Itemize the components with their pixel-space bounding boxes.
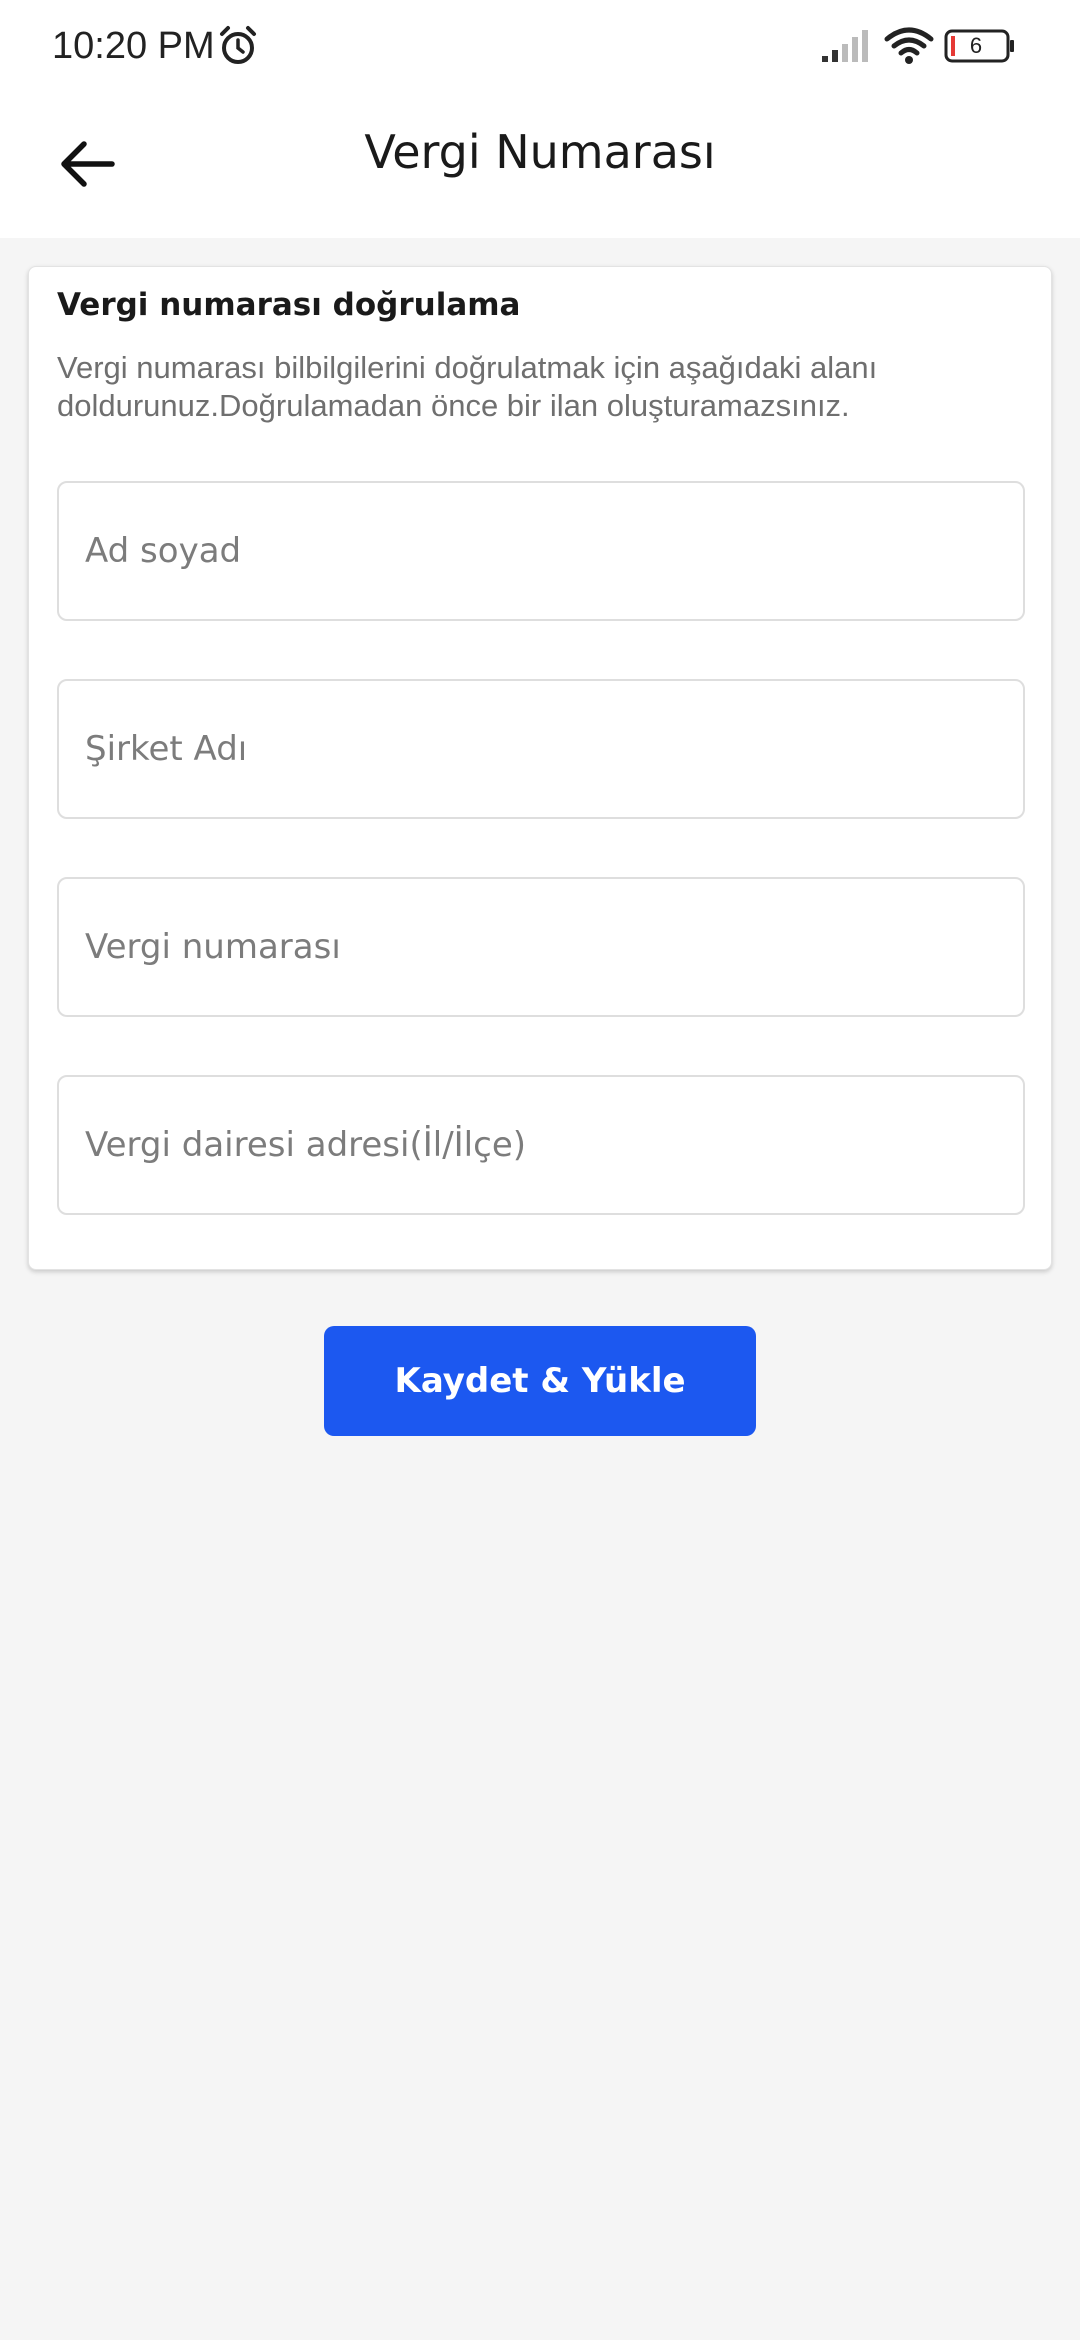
card-title: Vergi numarası doğrulama	[57, 287, 521, 323]
tax-office-address-input[interactable]	[59, 1077, 1023, 1213]
company-name-input[interactable]	[59, 681, 1023, 817]
card-description: Vergi numarası bilbilgilerini doğrulatma…	[57, 350, 878, 423]
status-bar: 10:20 PM 6	[0, 0, 1080, 92]
app-bar: Vergi Numarası	[0, 92, 1080, 238]
wifi-icon	[884, 27, 934, 64]
alarm-icon	[220, 26, 256, 64]
tax-office-address-field[interactable]	[57, 1075, 1025, 1215]
company-name-field[interactable]	[57, 679, 1025, 819]
signal-icon	[822, 30, 868, 62]
tax-number-field[interactable]	[57, 877, 1025, 1017]
page-title: Vergi Numarası	[364, 125, 716, 179]
verification-card: Vergi numarası doğrulama Vergi numarası …	[28, 266, 1052, 1270]
status-time: 10:20 PM	[52, 25, 215, 67]
battery-level: 6	[969, 33, 983, 58]
tax-number-input[interactable]	[59, 879, 1023, 1015]
save-upload-button[interactable]: Kaydet & Yükle	[324, 1326, 756, 1436]
full-name-input[interactable]	[59, 483, 1023, 619]
full-name-field[interactable]	[57, 481, 1025, 621]
